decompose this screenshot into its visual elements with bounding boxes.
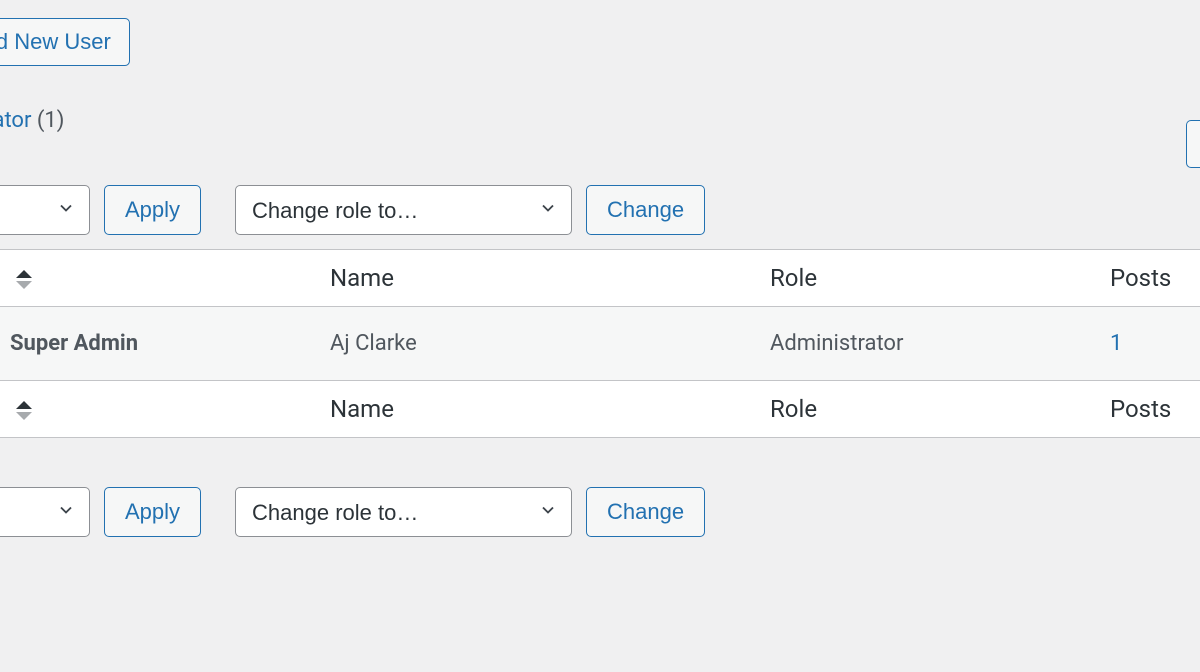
column-footer-name[interactable]: Name bbox=[320, 381, 760, 438]
column-footer-posts[interactable]: Posts bbox=[1100, 381, 1200, 438]
posts-count-link[interactable]: 1 bbox=[1110, 331, 1122, 356]
users-table: Name Role Posts Super Admin Aj Clarke Ad… bbox=[0, 249, 1200, 438]
cell-username-badge: Super Admin bbox=[0, 307, 320, 381]
add-new-user-button[interactable]: Add New User bbox=[0, 18, 130, 66]
bulk-apply-button-bottom[interactable]: Apply bbox=[104, 487, 201, 537]
cell-posts: 1 bbox=[1100, 307, 1200, 381]
bulk-apply-button-top[interactable]: Apply bbox=[104, 185, 201, 235]
bulk-action-select-bottom[interactable] bbox=[0, 487, 90, 537]
filter-administrator-link[interactable]: Administrator bbox=[0, 108, 31, 133]
filter-administrator-label: Administrator bbox=[0, 108, 31, 133]
column-header-posts[interactable]: Posts bbox=[1100, 250, 1200, 307]
sort-icon bbox=[16, 270, 32, 289]
bulk-action-select-top[interactable] bbox=[0, 185, 90, 235]
change-role-button-bottom[interactable]: Change bbox=[586, 487, 705, 537]
column-footer-role[interactable]: Role bbox=[760, 381, 1100, 438]
change-role-select-top[interactable]: Change role to… bbox=[235, 185, 572, 235]
column-header-name[interactable]: Name bbox=[320, 250, 760, 307]
tablenav-bottom: Apply Change role to… Change bbox=[0, 487, 1200, 537]
column-header-username[interactable] bbox=[0, 250, 320, 307]
role-filter-links: Administrator (1) bbox=[0, 108, 64, 133]
change-role-select-bottom[interactable]: Change role to… bbox=[235, 487, 572, 537]
change-role-button-top[interactable]: Change bbox=[586, 185, 705, 235]
sort-icon bbox=[16, 401, 32, 420]
tablenav-top: Apply Change role to… Change bbox=[0, 185, 1200, 235]
filter-administrator-count: (1) bbox=[37, 108, 65, 133]
column-footer-username[interactable] bbox=[0, 381, 320, 438]
search-users-button[interactable] bbox=[1186, 120, 1200, 168]
table-row[interactable]: Super Admin Aj Clarke Administrator 1 bbox=[0, 307, 1200, 381]
cell-role: Administrator bbox=[760, 307, 1100, 381]
cell-name: Aj Clarke bbox=[320, 307, 760, 381]
column-header-role[interactable]: Role bbox=[760, 250, 1100, 307]
